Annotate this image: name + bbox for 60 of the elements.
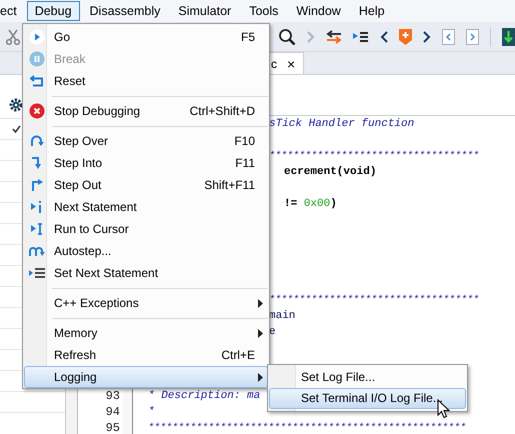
menu-item[interactable]: Logging — [24, 366, 268, 388]
submenu-arrow-icon — [258, 299, 263, 308]
step-over-icon — [30, 135, 44, 147]
submenu-arrow-icon — [258, 373, 263, 382]
code-line: e — [269, 326, 276, 338]
document-right-icon[interactable] — [466, 28, 480, 44]
swap-arrows-icon[interactable] — [326, 28, 342, 44]
menu-bar-item[interactable]: Debug — [26, 1, 80, 21]
menu-item[interactable]: Autostep... — [24, 240, 268, 262]
menu-item[interactable]: Stop Debugging Ctrl+Shift+D — [24, 100, 268, 122]
menu-bar-item[interactable]: Tools — [241, 1, 286, 21]
menu-bar-item[interactable]: ect — [0, 1, 25, 21]
menu-item[interactable]: Step Out Shift+F11 — [24, 174, 268, 196]
menu-item[interactable]: Memory — [24, 322, 268, 344]
search-icon[interactable] — [278, 28, 296, 46]
pause-icon — [28, 51, 44, 67]
run-to-cursor-icon — [30, 223, 44, 235]
download-icon[interactable] — [502, 28, 515, 46]
scissors-icon[interactable] — [5, 28, 21, 44]
menu-bar-item[interactable]: Help — [350, 1, 393, 21]
menu-item[interactable]: Set Next Statement — [24, 262, 268, 284]
menu-bar-item[interactable]: Simulator — [170, 1, 240, 21]
menu-bar-item[interactable]: Disassembly — [82, 1, 168, 21]
menu-item[interactable]: Step Over F10 — [24, 130, 268, 152]
set-next-statement-icon — [28, 268, 44, 278]
submenu-arrow-icon — [258, 329, 263, 338]
stop-icon — [28, 103, 44, 119]
code-line: *********************************** — [269, 295, 480, 306]
close-button[interactable]: × — [287, 56, 296, 72]
chevron-left-icon[interactable] — [380, 30, 388, 42]
menu-item[interactable]: C++ Exceptions — [24, 292, 268, 314]
play-icon — [28, 29, 44, 45]
menu-item[interactable]: Step Into F11 — [24, 152, 268, 174]
check-icon — [12, 125, 21, 133]
code-line: ***************************************************** — [148, 423, 466, 434]
menu-item[interactable]: Set Log File... — [269, 367, 466, 388]
code-line: ecrement(void) — [283, 166, 376, 178]
line-number: 95 — [106, 421, 120, 434]
document-left-icon[interactable] — [442, 28, 456, 44]
reset-icon — [30, 75, 44, 87]
next-statement-icon — [30, 201, 44, 213]
code-line: *********************************** — [269, 151, 480, 162]
code-line: * — [148, 406, 155, 418]
code-line: != 0x00) — [283, 198, 337, 210]
autostep-icon — [28, 246, 44, 256]
step-out-icon — [30, 178, 42, 192]
menu-item[interactable]: Next Statement — [24, 196, 268, 218]
line-number: 93 — [106, 389, 120, 403]
menu-item[interactable]: Run to Cursor — [24, 218, 268, 240]
bookmark-plus-icon[interactable] — [399, 28, 412, 44]
code-line: sTick Handler function — [269, 118, 414, 130]
code-line: * Description: ma — [148, 390, 260, 402]
step-into-icon — [30, 156, 42, 170]
gear-icon[interactable] — [9, 98, 23, 112]
menu-bar-item[interactable]: Window — [288, 1, 349, 21]
menu-item[interactable]: Refresh Ctrl+E — [24, 344, 268, 366]
chevron-right-icon[interactable] — [423, 30, 432, 42]
run-to-line-icon[interactable] — [353, 30, 370, 42]
line-number: 94 — [106, 405, 120, 419]
menu-item[interactable]: Set Terminal I/O Log File... — [269, 388, 466, 409]
